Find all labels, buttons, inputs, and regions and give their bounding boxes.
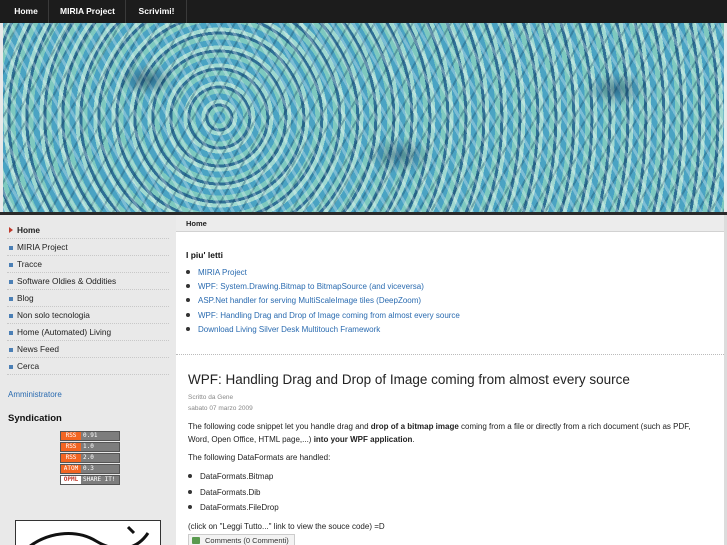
sidebar-item-home[interactable]: Home	[7, 222, 169, 239]
popular-link-label[interactable]: WPF: Handling Drag and Drop of Image com…	[198, 311, 460, 320]
popular-link[interactable]: WPF: Handling Drag and Drop of Image com…	[186, 311, 460, 320]
post-intro-text: The following code snippet let you handl…	[188, 422, 371, 431]
comment-icon	[192, 537, 200, 544]
atom-03-badge[interactable]: ATOM 0.3	[60, 464, 120, 474]
list-item-label: DataFormats.Bitmap	[200, 472, 274, 481]
bullet-icon	[186, 298, 190, 302]
sidebar-promo-image[interactable]	[15, 520, 161, 545]
post-intro-bold: drop of a bitmap image	[370, 422, 459, 431]
nav-tab-miria-project[interactable]: MIRIA Project	[50, 0, 126, 23]
badge-value: SHARE IT!	[81, 476, 116, 483]
sidebar-item-non-solo-tecnologia[interactable]: Non solo tecnologia	[7, 307, 169, 324]
comments-label: Comments (0 Commenti)	[205, 536, 289, 545]
sidebar-item-miria-project[interactable]: MIRIA Project	[7, 239, 169, 256]
admin-link[interactable]: Amministratore	[8, 390, 62, 399]
square-bullet-icon	[9, 314, 13, 318]
sidebar-item-label: Home	[17, 225, 41, 235]
rss-091-badge[interactable]: RSS 0.91	[60, 431, 120, 441]
sidebar-item-label: Cerca	[17, 361, 40, 371]
popular-link[interactable]: Download Living Silver Desk Multitouch F…	[186, 325, 380, 334]
opml-share-badge[interactable]: OPML SHARE IT!	[60, 475, 120, 485]
popular-link[interactable]: WPF: System.Drawing.Bitmap to BitmapSour…	[186, 282, 424, 291]
badge-value: 1.0	[83, 443, 94, 450]
popular-link[interactable]: MIRIA Project	[186, 268, 247, 277]
popular-link-label[interactable]: Download Living Silver Desk Multitouch F…	[198, 325, 380, 334]
active-arrow-icon	[9, 227, 13, 233]
comments-button[interactable]: Comments (0 Commenti)	[188, 534, 295, 545]
sidebar-item-label: MIRIA Project	[17, 242, 68, 252]
post-handled-line: The following DataFormats are handled:	[188, 453, 331, 462]
badge-value: 2.0	[83, 454, 94, 461]
post-intro: The following code snippet let you handl…	[188, 420, 693, 446]
breadcrumb: Home	[176, 215, 724, 232]
bullet-icon	[186, 327, 190, 331]
post-date: sabato 07 marzo 2009	[188, 405, 253, 412]
sidebar-item-label: Tracce	[17, 259, 43, 269]
bullet-icon	[188, 490, 192, 494]
sidebar-item-tracce[interactable]: Tracce	[7, 256, 169, 273]
badge-key: RSS	[61, 432, 81, 440]
bullet-icon	[186, 313, 190, 317]
square-bullet-icon	[9, 365, 13, 369]
badge-value: 0.91	[83, 432, 98, 439]
popular-title: I piu' letti	[186, 250, 223, 260]
list-item-label: DataFormats.FileDrop	[200, 503, 279, 512]
nav-tab-scrivimi[interactable]: Scrivimi!	[127, 0, 187, 23]
sidebar-item-news-feed[interactable]: News Feed	[7, 341, 169, 358]
list-item-label: DataFormats.Dib	[200, 488, 261, 497]
breadcrumb-home[interactable]: Home	[186, 219, 207, 228]
sidebar-item-software-oldies[interactable]: Software Oldies & Oddities	[7, 273, 169, 290]
badge-key: RSS	[61, 443, 81, 451]
rss-20-badge[interactable]: RSS 2.0	[60, 453, 120, 463]
badge-value: 0.3	[83, 465, 94, 472]
main-content: Home I piu' letti MIRIA Project WPF: Sys…	[176, 215, 724, 545]
post-intro-bold: into your WPF application	[313, 435, 413, 444]
square-bullet-icon	[9, 246, 13, 250]
post-title[interactable]: WPF: Handling Drag and Drop of Image com…	[188, 372, 630, 387]
square-bullet-icon	[9, 280, 13, 284]
popular-link-label[interactable]: WPF: System.Drawing.Bitmap to BitmapSour…	[198, 282, 424, 291]
sidebar-item-cerca[interactable]: Cerca	[7, 358, 169, 375]
top-nav: Home MIRIA Project Scrivimi!	[0, 0, 727, 23]
bullet-icon	[186, 284, 190, 288]
sidebar: Home MIRIA Project Tracce Software Oldie…	[3, 215, 171, 545]
list-item: DataFormats.Bitmap	[188, 472, 273, 481]
rss-10-badge[interactable]: RSS 1.0	[60, 442, 120, 452]
square-bullet-icon	[9, 331, 13, 335]
sidebar-item-home-automated-living[interactable]: Home (Automated) Living	[7, 324, 169, 341]
bullet-icon	[188, 474, 192, 478]
nav-tab-home[interactable]: Home	[4, 0, 49, 23]
post-intro-text: .	[412, 435, 415, 444]
popular-link-label[interactable]: ASP.Net handler for serving MultiScaleIm…	[198, 296, 421, 305]
bullet-icon	[188, 505, 192, 509]
syndication-title: Syndication	[8, 413, 62, 424]
popular-link[interactable]: ASP.Net handler for serving MultiScaleIm…	[186, 296, 421, 305]
bullet-icon	[186, 270, 190, 274]
post-author: Scritto da Gene	[188, 394, 234, 401]
list-item: DataFormats.Dib	[188, 488, 260, 497]
section-divider	[176, 354, 724, 355]
sidebar-item-blog[interactable]: Blog	[7, 290, 169, 307]
square-bullet-icon	[9, 263, 13, 267]
header-banner-image	[3, 23, 724, 212]
wave-logo-icon	[29, 525, 150, 545]
square-bullet-icon	[9, 297, 13, 301]
sidebar-item-label: Home (Automated) Living	[17, 327, 112, 337]
popular-link-label[interactable]: MIRIA Project	[198, 268, 247, 277]
badge-key: RSS	[61, 454, 81, 462]
sidebar-item-label: Non solo tecnologia	[17, 310, 90, 320]
badge-key: ATOM	[61, 465, 81, 473]
badge-key: OPML	[61, 476, 81, 484]
sidebar-item-label: Software Oldies & Oddities	[17, 276, 117, 286]
sidebar-item-label: Blog	[17, 293, 34, 303]
square-bullet-icon	[9, 348, 13, 352]
list-item: DataFormats.FileDrop	[188, 503, 279, 512]
post-readmore-note: (click on "Leggi Tutto..." link to view …	[188, 522, 385, 531]
sidebar-item-label: News Feed	[17, 344, 59, 354]
